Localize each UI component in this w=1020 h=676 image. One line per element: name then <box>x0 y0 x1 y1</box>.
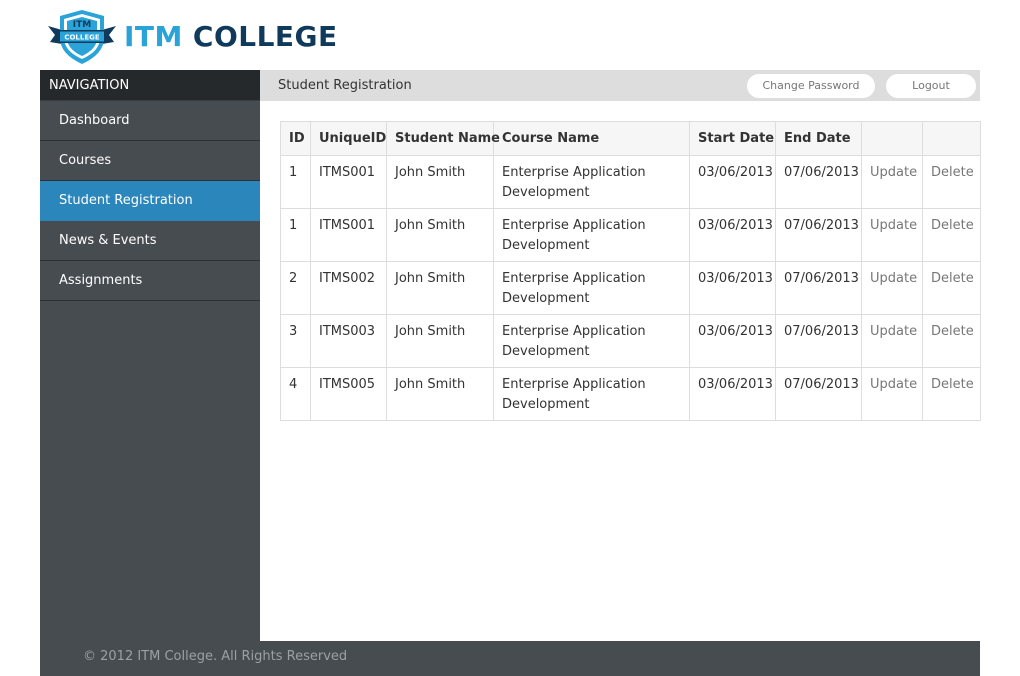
copyright-text: © 2012 ITM College. All Rights Reserved <box>83 649 348 664</box>
sidebar-item-assignments[interactable]: Assignments <box>40 261 260 301</box>
cell-unique-id: ITMS003 <box>310 314 387 368</box>
sidebar-item-student-registration[interactable]: Student Registration <box>40 181 260 221</box>
cell-student-name: John Smith <box>386 155 494 209</box>
logout-button[interactable]: Logout <box>886 74 976 98</box>
column-header-start-date: Start Date <box>689 121 776 156</box>
page: ITM COLLEGE ITM COLLEGE NAVIGATION Dashbo… <box>0 0 1020 676</box>
cell-start-date: 03/06/2013 <box>689 261 776 315</box>
brand-name: ITM COLLEGE <box>124 8 338 66</box>
table-header-row: ID UniqueID Student Name Course Name Sta… <box>280 121 981 156</box>
table-row: 1 ITMS001 John Smith Enterprise Applicat… <box>280 208 981 262</box>
cell-end-date: 07/06/2013 <box>775 155 862 209</box>
column-header-unique-id: UniqueID <box>310 121 387 156</box>
delete-link[interactable]: Delete <box>922 367 981 421</box>
sidebar-item-dashboard[interactable]: Dashboard <box>40 101 260 141</box>
cell-course-name: Enterprise Application Development <box>493 367 690 421</box>
table-row: 2 ITMS002 John Smith Enterprise Applicat… <box>280 261 981 315</box>
update-link[interactable]: Update <box>861 155 923 209</box>
cell-id: 1 <box>280 155 311 209</box>
column-header-update <box>861 121 923 156</box>
logo[interactable]: ITM COLLEGE ITM COLLEGE <box>46 8 338 66</box>
cell-start-date: 03/06/2013 <box>689 314 776 368</box>
cell-course-name: Enterprise Application Development <box>493 261 690 315</box>
cell-id: 2 <box>280 261 311 315</box>
emblem-top-text: ITM <box>73 20 91 30</box>
column-header-id: ID <box>280 121 311 156</box>
emblem-ribbon-text: COLLEGE <box>64 34 100 42</box>
registration-table-container: ID UniqueID Student Name Course Name Sta… <box>280 121 981 421</box>
column-header-end-date: End Date <box>775 121 862 156</box>
cell-unique-id: ITMS001 <box>310 155 387 209</box>
nav-header: NAVIGATION <box>40 70 260 101</box>
delete-link[interactable]: Delete <box>922 314 981 368</box>
cell-student-name: John Smith <box>386 261 494 315</box>
cell-end-date: 07/06/2013 <box>775 367 862 421</box>
cell-start-date: 03/06/2013 <box>689 155 776 209</box>
cell-end-date: 07/06/2013 <box>775 208 862 262</box>
cell-end-date: 07/06/2013 <box>775 314 862 368</box>
table-row: 1 ITMS001 John Smith Enterprise Applicat… <box>280 155 981 209</box>
cell-start-date: 03/06/2013 <box>689 367 776 421</box>
delete-link[interactable]: Delete <box>922 261 981 315</box>
column-header-student-name: Student Name <box>386 121 500 156</box>
delete-link[interactable]: Delete <box>922 208 981 262</box>
cell-course-name: Enterprise Application Development <box>493 155 690 209</box>
cell-start-date: 03/06/2013 <box>689 208 776 262</box>
registration-table: ID UniqueID Student Name Course Name Sta… <box>280 121 981 421</box>
sidebar-item-news-events[interactable]: News & Events <box>40 221 260 261</box>
cell-course-name: Enterprise Application Development <box>493 314 690 368</box>
update-link[interactable]: Update <box>861 208 923 262</box>
update-link[interactable]: Update <box>861 367 923 421</box>
page-title: Student Registration <box>278 78 412 93</box>
brand-name-college: COLLEGE <box>192 20 338 53</box>
cell-student-name: John Smith <box>386 367 494 421</box>
cell-unique-id: ITMS001 <box>310 208 387 262</box>
table-row: 4 ITMS005 John Smith Enterprise Applicat… <box>280 367 981 421</box>
cell-id: 3 <box>280 314 311 368</box>
sidebar-item-courses[interactable]: Courses <box>40 141 260 181</box>
shield-logo-icon: ITM COLLEGE <box>48 10 116 64</box>
cell-id: 4 <box>280 367 311 421</box>
cell-end-date: 07/06/2013 <box>775 261 862 315</box>
table-row: 3 ITMS003 John Smith Enterprise Applicat… <box>280 314 981 368</box>
cell-student-name: John Smith <box>386 208 494 262</box>
column-header-delete <box>922 121 981 156</box>
update-link[interactable]: Update <box>861 261 923 315</box>
update-link[interactable]: Update <box>861 314 923 368</box>
sidebar: NAVIGATION Dashboard Courses Student Reg… <box>40 70 260 641</box>
cell-unique-id: ITMS005 <box>310 367 387 421</box>
brand-name-itm: ITM <box>124 20 183 53</box>
cell-unique-id: ITMS002 <box>310 261 387 315</box>
cell-course-name: Enterprise Application Development <box>493 208 690 262</box>
change-password-button[interactable]: Change Password <box>747 74 875 98</box>
column-header-course-name: Course Name <box>493 121 690 156</box>
top-bar: Student Registration Change Password Log… <box>260 70 980 101</box>
cell-id: 1 <box>280 208 311 262</box>
footer: © 2012 ITM College. All Rights Reserved <box>40 641 980 676</box>
delete-link[interactable]: Delete <box>922 155 981 209</box>
cell-student-name: John Smith <box>386 314 494 368</box>
